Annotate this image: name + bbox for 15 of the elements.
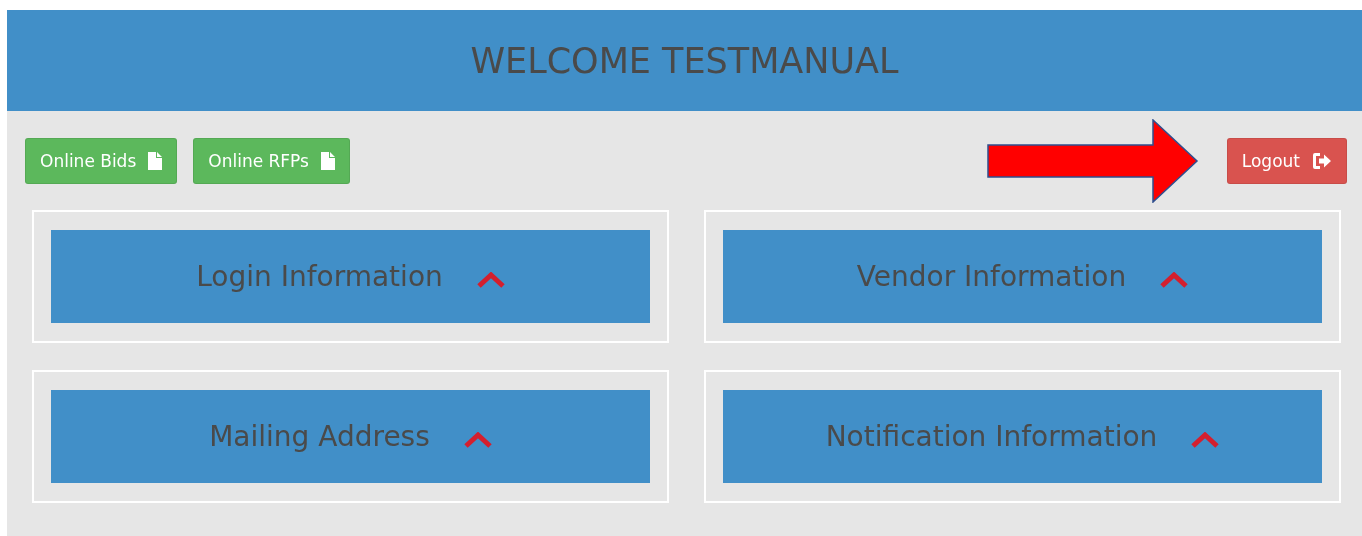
logout-icon	[1312, 151, 1332, 170]
section-title: Vendor Information	[856, 260, 1127, 293]
section-title: Mailing Address	[209, 420, 430, 453]
section-header[interactable]: Login Information	[51, 230, 650, 323]
document-icon	[320, 151, 335, 170]
nav-button[interactable]: Online Bids	[25, 137, 178, 184]
document-icon	[148, 151, 163, 170]
section-title: Notification Information	[825, 420, 1158, 453]
logout-button[interactable]: Logout	[1226, 137, 1347, 184]
welcome-title: WELCOME TESTMANUAL	[470, 40, 899, 81]
section-header[interactable]: Vendor Information	[723, 230, 1322, 323]
section-title: Login Information	[196, 260, 443, 293]
section-header[interactable]: Mailing Address	[51, 390, 650, 483]
section-header[interactable]: Notification Information	[723, 390, 1322, 483]
nav-button[interactable]: Online RFPs	[193, 137, 350, 184]
